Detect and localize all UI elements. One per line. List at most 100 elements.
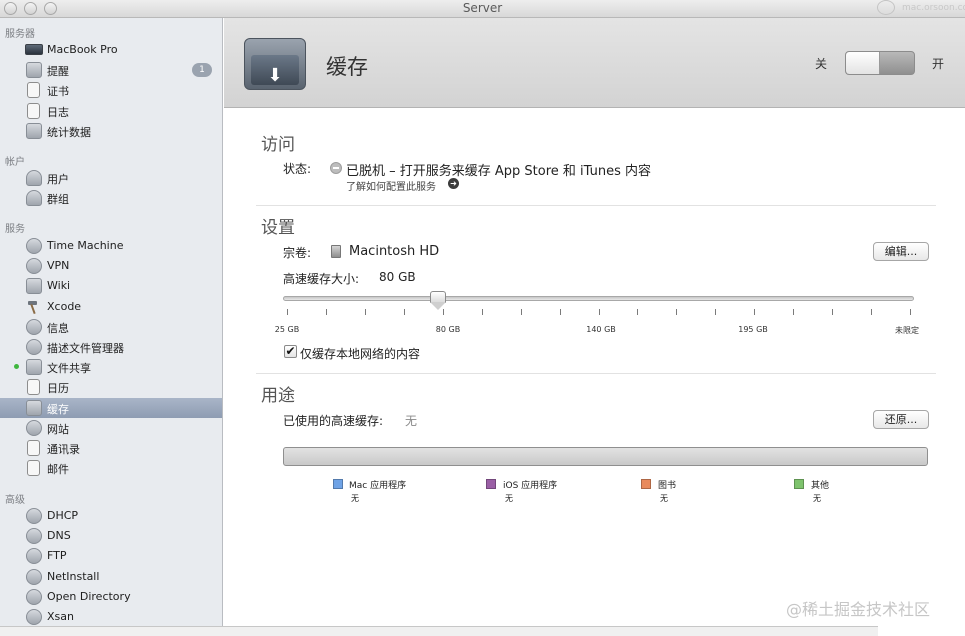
certificate-icon — [27, 82, 40, 98]
slider-label-195gb: 195 GB — [738, 325, 768, 334]
sidebar-item-logs[interactable]: 日志 — [0, 101, 222, 121]
wiki-icon — [26, 278, 42, 294]
sidebar-item-stats[interactable]: 统计数据 — [0, 121, 222, 141]
status-label: 状态: — [283, 162, 312, 176]
sidebar-item-label: NetInstall — [47, 570, 100, 583]
caching-icon — [26, 400, 42, 416]
sidebar-item-calendar[interactable]: 日历 — [0, 377, 222, 397]
group-icon — [26, 190, 42, 206]
sidebar-item-label: 描述文件管理器 — [47, 342, 124, 355]
sidebar-item-dns[interactable]: DNS — [0, 526, 222, 546]
sidebar-section-title-advanced: 高级 — [5, 495, 25, 506]
hard-disk-icon — [331, 245, 341, 258]
window-titlebar: Server mac.orsoon.com — [0, 0, 965, 18]
sidebar-item-label: 统计数据 — [47, 126, 91, 139]
legend-swatch-other — [794, 479, 804, 489]
slider-label-25gb: 25 GB — [274, 325, 300, 334]
settings-section-heading: 设置 — [261, 218, 295, 238]
sidebar-item-time-machine[interactable]: Time Machine — [0, 236, 222, 256]
sidebar-item-label: Open Directory — [47, 590, 131, 603]
offline-status-icon — [330, 162, 342, 174]
sidebar-item-label: Time Machine — [47, 239, 124, 252]
legend-value-other: 无 — [813, 494, 821, 503]
sidebar-item-websites[interactable]: 网站 — [0, 418, 222, 438]
sidebar-item-ftp[interactable]: FTP — [0, 546, 222, 566]
switch-on-label: 开 — [932, 57, 945, 71]
hammer-icon — [26, 299, 42, 315]
sidebar-item-users[interactable]: 用户 — [0, 168, 222, 188]
sidebar-item-macbook-pro[interactable]: MacBook Pro — [0, 40, 222, 60]
sidebar-item-alerts[interactable]: 提醒 1 — [0, 60, 222, 80]
sidebar: 服务器 MacBook Pro 提醒 1 证书 日志 统计数据 帐户 用户 群组… — [0, 18, 223, 636]
slider-tick — [520, 309, 522, 315]
legend-label-ios-apps: iOS 应用程序 — [503, 481, 558, 491]
sidebar-item-label: Wiki — [47, 279, 71, 292]
sidebar-item-profile-manager[interactable]: 描述文件管理器 — [0, 337, 222, 357]
dns-icon — [26, 528, 42, 544]
sidebar-item-vpn[interactable]: VPN — [0, 256, 222, 276]
legend-swatch-ios-apps — [486, 479, 496, 489]
sidebar-item-messages[interactable]: 信息 — [0, 317, 222, 337]
sidebar-item-label: 文件共享 — [47, 362, 91, 375]
legend-value-mac-apps: 无 — [351, 494, 359, 503]
local-network-only-checkbox[interactable]: ✔ — [284, 345, 297, 358]
tray-shape: ⬇ — [251, 55, 299, 85]
sidebar-item-xcode[interactable]: Xcode — [0, 297, 222, 317]
sidebar-item-caching[interactable]: 缓存 — [0, 398, 222, 418]
profile-manager-icon — [26, 339, 42, 355]
slider-tick — [442, 309, 444, 315]
help-link[interactable]: 了解如何配置此服务 — [346, 178, 436, 193]
legend-swatch-mac-apps — [333, 479, 343, 489]
watermark-logo-text: mac.orsoon.com — [902, 3, 965, 13]
slider-tick — [598, 309, 600, 315]
slider-tick — [715, 309, 717, 315]
legend-swatch-books — [641, 479, 651, 489]
cache-size-slider[interactable] — [283, 296, 914, 301]
slider-tick — [364, 309, 366, 315]
slider-label-80gb: 80 GB — [435, 325, 461, 334]
switch-knob[interactable] — [846, 52, 880, 74]
messages-icon — [26, 319, 42, 335]
sidebar-item-open-directory[interactable]: Open Directory — [0, 587, 222, 607]
sidebar-item-label: 用户 — [47, 173, 69, 186]
slider-tick — [325, 309, 327, 315]
slider-label-140gb: 140 GB — [586, 325, 616, 334]
service-power-switch[interactable] — [845, 51, 915, 75]
netinstall-icon — [26, 569, 42, 585]
go-arrow-icon[interactable]: ➜ — [448, 178, 459, 189]
sidebar-item-label: 提醒 — [47, 65, 69, 78]
sidebar-item-netinstall[interactable]: NetInstall — [0, 567, 222, 587]
cache-size-label: 高速缓存大小: — [283, 272, 360, 286]
sidebar-item-label: 证书 — [47, 85, 69, 98]
slider-tick — [481, 309, 483, 315]
sidebar-item-label: 缓存 — [47, 403, 69, 416]
sidebar-item-mail[interactable]: 邮件 — [0, 458, 222, 478]
sidebar-item-dhcp[interactable]: DHCP — [0, 506, 222, 526]
edit-volume-button[interactable]: 编辑... — [873, 242, 929, 261]
volume-label: 宗卷: — [283, 246, 312, 260]
stats-icon — [26, 123, 42, 139]
slider-tick — [793, 309, 795, 315]
reset-cache-button[interactable]: 还原... — [873, 410, 929, 429]
dhcp-icon — [26, 508, 42, 524]
sidebar-item-label: Xsan — [47, 610, 74, 623]
window-title: Server — [462, 1, 503, 15]
section-divider — [256, 205, 936, 206]
slider-tick — [287, 309, 288, 315]
log-icon — [27, 103, 40, 119]
sidebar-item-wiki[interactable]: Wiki — [0, 276, 222, 296]
slider-tick — [910, 309, 911, 315]
local-network-only-label[interactable]: 仅缓存本地网络的内容 — [300, 345, 420, 362]
cache-size-slider-thumb[interactable] — [429, 291, 446, 311]
cache-used-value: 无 — [405, 414, 418, 428]
contacts-icon — [27, 440, 40, 456]
window-bottom-edge — [0, 626, 878, 636]
watermark-text: @稀土掘金技术社区 — [786, 600, 931, 619]
calendar-icon — [27, 379, 40, 395]
service-active-indicator — [14, 364, 19, 369]
sidebar-item-contacts[interactable]: 通讯录 — [0, 438, 222, 458]
sidebar-item-groups[interactable]: 群组 — [0, 188, 222, 208]
sidebar-item-file-sharing[interactable]: 文件共享 — [0, 357, 222, 377]
sidebar-item-xsan[interactable]: Xsan — [0, 607, 222, 627]
sidebar-item-certificates[interactable]: 证书 — [0, 80, 222, 100]
